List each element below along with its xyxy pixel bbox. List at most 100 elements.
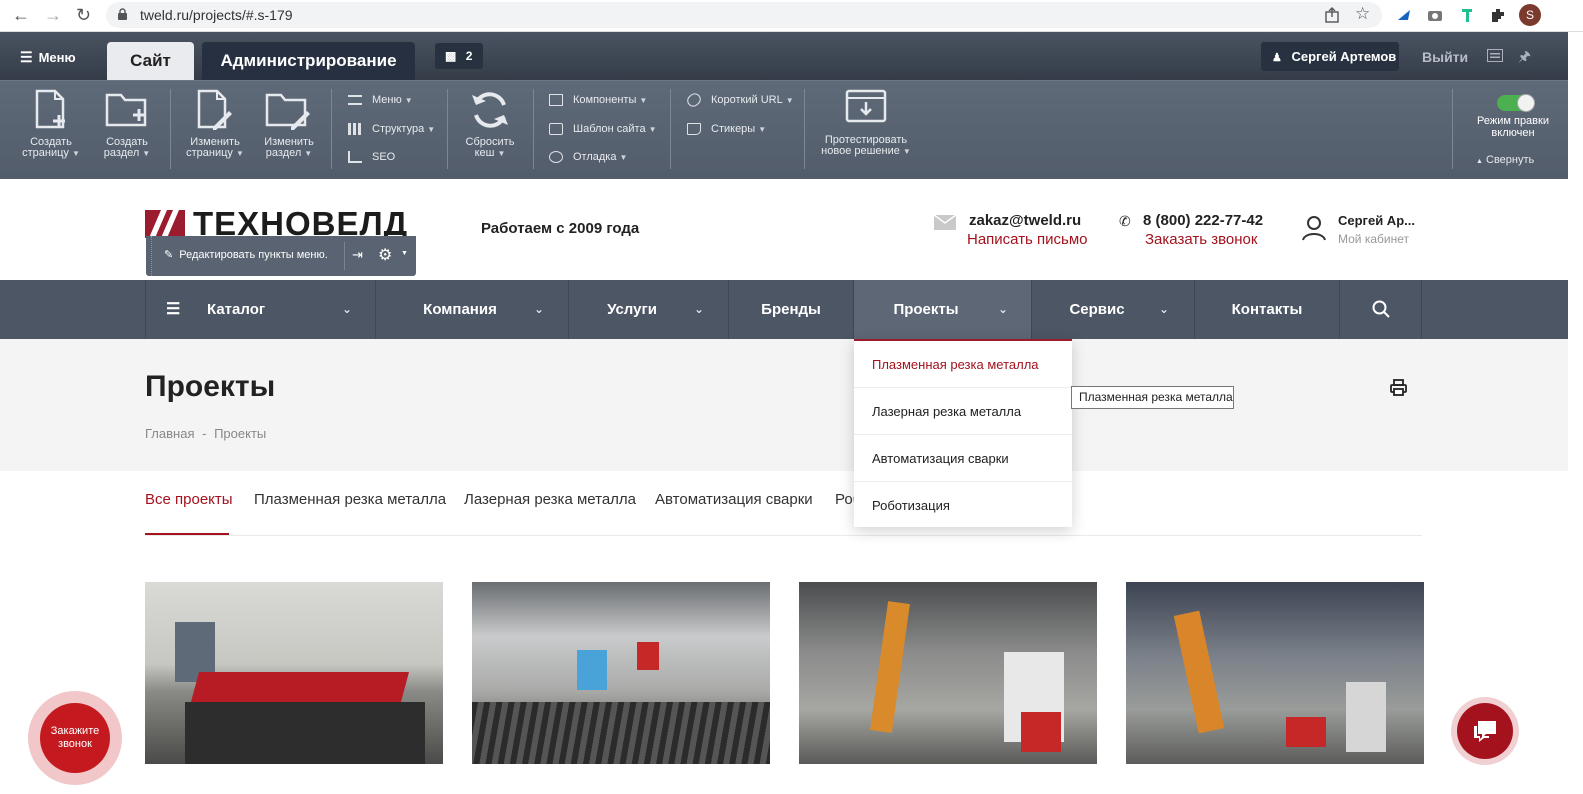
forward-icon[interactable]: → <box>44 6 62 24</box>
edit-page-button[interactable]: Изменить страницу ▼ <box>184 89 246 159</box>
mail-icon <box>934 215 956 230</box>
project-photo-welding-2[interactable] <box>1126 582 1424 764</box>
toolbar-separator <box>670 89 671 169</box>
reload-icon[interactable]: ↻ <box>76 6 91 24</box>
list-icon <box>348 95 362 106</box>
gear-icon[interactable]: ⚙ <box>378 245 392 265</box>
gauge-icon <box>549 151 563 164</box>
reset-cache-button[interactable]: Сбросить кеш ▼ <box>459 89 521 159</box>
order-call-button[interactable]: Закажите звонок <box>28 691 122 785</box>
chevron-down-icon: ⌄ <box>342 302 353 316</box>
chevron-down-icon[interactable]: ▼ <box>401 250 408 257</box>
components-tool[interactable]: Компоненты ▼ <box>549 93 647 107</box>
nav-services[interactable]: Услуги ⌄ <box>569 280 729 339</box>
dropdown-item-welding[interactable]: Автоматизация сварки <box>854 435 1072 482</box>
camera-icon[interactable] <box>1426 6 1444 24</box>
link-icon <box>684 90 704 110</box>
create-section-button[interactable]: Создать раздел ▼ <box>98 89 156 159</box>
filter-all-projects[interactable]: Все проекты <box>145 491 233 508</box>
stickers-tool[interactable]: Стикеры ▼ <box>687 122 766 136</box>
toolbar-separator <box>1452 89 1453 169</box>
print-icon[interactable] <box>1390 379 1407 396</box>
nav-service[interactable]: Сервис ⌄ <box>1032 280 1195 339</box>
drag-handle[interactable] <box>146 236 152 276</box>
star-icon[interactable]: ☆ <box>1355 4 1370 24</box>
admin-user-button[interactable]: ♟ Сергей Артемов <box>1261 42 1399 71</box>
tabs-divider <box>145 535 1422 536</box>
menu-tool[interactable]: Меню ▼ <box>348 93 413 107</box>
filter-welding[interactable]: Автоматизация сварки <box>655 491 813 508</box>
pin-icon[interactable]: 🖈 <box>1518 46 1531 70</box>
seo-tool[interactable]: SEO <box>348 150 395 164</box>
user-name-link[interactable]: Сергей Ар... <box>1338 213 1415 228</box>
short-url-tool[interactable]: Короткий URL ▼ <box>684 90 794 110</box>
page-title: Проекты <box>145 370 276 403</box>
pin-panel-icon[interactable]: ⇥ <box>352 247 363 263</box>
toggle-knob <box>1517 94 1535 112</box>
breadcrumb: Главная - Проекты <box>145 426 267 441</box>
project-photo-plasma-1[interactable] <box>145 582 443 764</box>
admin-menu-button[interactable]: ☰ Меню <box>20 49 76 66</box>
logo-mark-icon <box>145 210 185 238</box>
nav-company[interactable]: Компания ⌄ <box>376 280 569 339</box>
debug-tool[interactable]: Отладка ▼ <box>549 150 627 164</box>
nav-projects[interactable]: Проекты ⌄ <box>854 280 1032 339</box>
back-icon[interactable]: ← <box>12 6 30 24</box>
logout-button[interactable]: Выйти <box>1422 49 1468 65</box>
tab-site[interactable]: Сайт <box>107 42 194 80</box>
puzzle-icon[interactable] <box>1489 6 1507 24</box>
chat-button[interactable] <box>1451 697 1519 765</box>
share-icon[interactable] <box>1323 6 1341 24</box>
filter-plasma[interactable]: Плазменная резка металла <box>254 491 446 508</box>
sticker-icon <box>687 123 701 136</box>
extension-t-icon[interactable] <box>1458 6 1476 24</box>
user-icon[interactable] <box>1302 215 1326 241</box>
dropdown-item-plasma[interactable]: Плазменная резка металла <box>854 341 1072 388</box>
edit-folder-icon <box>265 93 310 130</box>
download-box-icon <box>845 89 887 123</box>
filter-laser[interactable]: Лазерная резка металла <box>464 491 636 508</box>
test-solution-button[interactable]: Протестировать новое решение ▼ <box>818 89 914 157</box>
project-photo-plasma-2[interactable] <box>472 582 770 764</box>
collapse-button[interactable]: ▲ Свернуть <box>1476 154 1534 166</box>
notifications-button[interactable]: ▩ 2 <box>435 43 483 69</box>
notification-icon: ▩ <box>445 49 457 63</box>
grid-icon <box>348 123 362 136</box>
hamburger-icon: ☰ <box>20 49 33 65</box>
project-photo-welding-1[interactable] <box>799 582 1097 764</box>
chevron-down-icon: ⌄ <box>694 302 705 316</box>
address-bar[interactable]: tweld.ru/projects/#.s-179 ☆ <box>106 2 1382 28</box>
new-page-icon <box>35 89 65 129</box>
write-letter-link[interactable]: Написать письмо <box>967 231 1088 248</box>
photo-detail <box>637 642 659 670</box>
extension-arrow-icon[interactable] <box>1396 6 1414 24</box>
keyboard-icon[interactable] <box>1487 49 1503 62</box>
since-text: Работаем с 2009 года <box>481 220 640 237</box>
profile-avatar[interactable]: S <box>1519 4 1541 26</box>
breadcrumb-home[interactable]: Главная <box>145 426 194 441</box>
breadcrumb-current: Проекты <box>214 426 267 441</box>
order-call-link[interactable]: Заказать звонок <box>1145 231 1257 248</box>
edit-menu-items-button[interactable]: ✎ Редактировать пункты меню. <box>164 248 328 261</box>
nav-contacts[interactable]: Контакты <box>1195 280 1340 339</box>
photo-detail <box>190 672 410 702</box>
dropdown-item-laser[interactable]: Лазерная резка металла <box>854 388 1072 435</box>
phone-number[interactable]: 8 (800) 222-77-42 <box>1143 212 1263 229</box>
search-button[interactable] <box>1340 280 1422 339</box>
main-nav: ☰ Каталог ⌄ Компания ⌄ Услуги ⌄ Бренды П… <box>0 280 1568 339</box>
create-page-button[interactable]: Создать страницу ▼ <box>22 89 80 159</box>
email-link[interactable]: zakaz@tweld.ru <box>969 212 1081 229</box>
dropdown-item-robotics[interactable]: Роботизация <box>854 482 1072 529</box>
tab-administration[interactable]: Администрирование <box>202 42 415 80</box>
nav-brands[interactable]: Бренды <box>729 280 854 339</box>
my-cabinet-link[interactable]: Мой кабинет <box>1338 232 1409 246</box>
edit-page-icon <box>197 89 232 130</box>
chart-icon <box>348 151 362 164</box>
nav-catalog[interactable]: ☰ Каталог ⌄ <box>145 280 376 339</box>
edit-section-button[interactable]: Изменить раздел ▼ <box>258 89 320 159</box>
photo-detail <box>1346 682 1386 752</box>
edit-mode-toggle[interactable] <box>1497 94 1535 112</box>
menu-edit-panel: ✎ Редактировать пункты меню. ⇥ ⚙ ▼ <box>146 236 416 276</box>
site-template-tool[interactable]: Шаблон сайта ▼ <box>549 122 657 136</box>
structure-tool[interactable]: Структура ▼ <box>348 122 435 136</box>
